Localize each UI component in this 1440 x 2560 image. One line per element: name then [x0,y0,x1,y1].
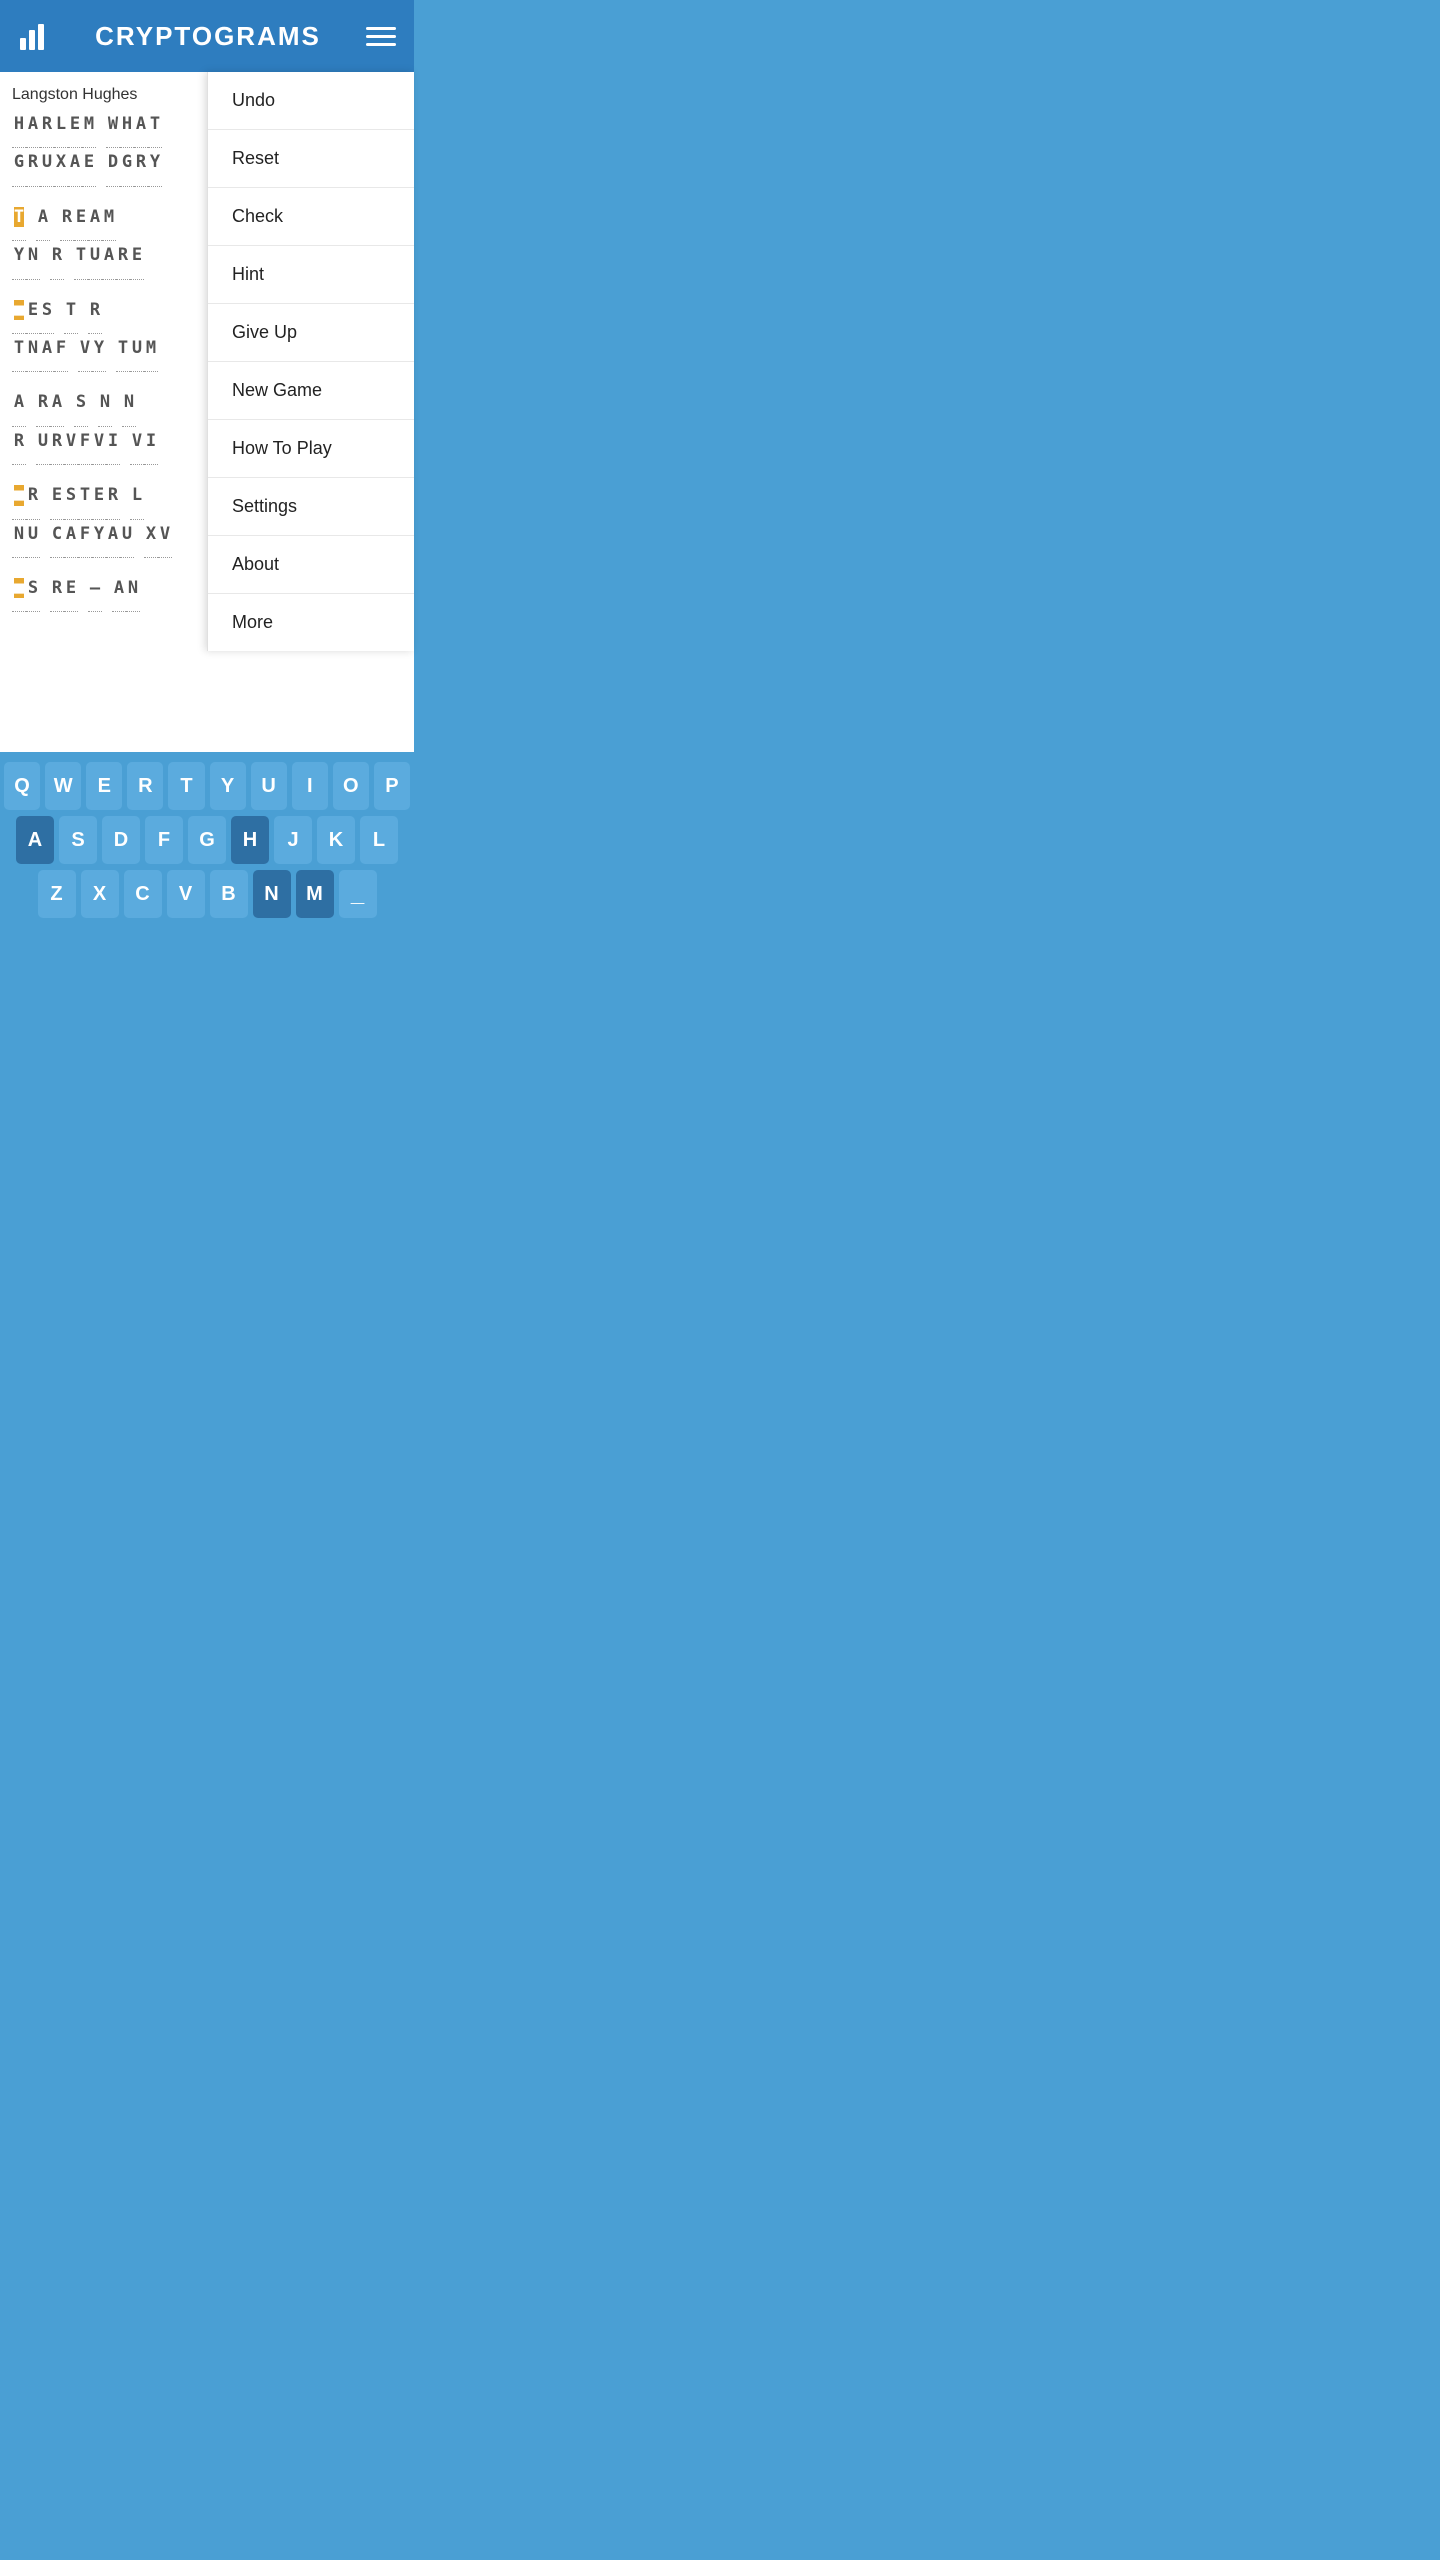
key-C[interactable]: C [124,870,162,918]
key-S[interactable]: S [59,816,97,864]
menu-item-check[interactable]: Check [208,188,414,246]
key-U[interactable]: U [251,762,287,810]
word-block: G R U X A E [12,152,96,186]
key-H[interactable]: H [231,816,269,864]
key-K[interactable]: K [317,816,355,864]
puzzle-row-5: ■R E S T E R L NU C A [12,485,207,562]
key-T[interactable]: T [168,762,204,810]
key-R[interactable]: R [127,762,163,810]
menu-item-settings[interactable]: Settings [208,478,414,536]
key-X[interactable]: X [81,870,119,918]
word-block: H A R L E M [12,114,96,148]
key-V[interactable]: V [167,870,205,918]
menu-button[interactable] [366,27,396,46]
key-A[interactable]: A [16,816,54,864]
key-Q[interactable]: Q [4,762,40,810]
keyboard-row-3: Z X C V B N M _ [4,870,410,918]
key-O[interactable]: O [333,762,369,810]
word-block: W H A T [106,114,162,148]
key-F[interactable]: F [145,816,183,864]
menu-item-reset[interactable]: Reset [208,130,414,188]
key-G[interactable]: G [188,816,226,864]
menu-item-undo[interactable]: Undo [208,72,414,130]
keyboard: Q W E R T Y U I O P A S D F G H J K L Z … [0,752,414,936]
game-area: Langston Hughes H A R L E M W [0,72,414,752]
menu-item-new-game[interactable]: New Game [208,362,414,420]
key-Y[interactable]: Y [210,762,246,810]
keyboard-row-2: A S D F G H J K L [4,816,410,864]
stats-icon[interactable] [18,20,50,52]
cipher-line: H A R L E M W H A T [12,114,207,152]
menu-item-how-to-play[interactable]: How To Play [208,420,414,478]
keyboard-row-1: Q W E R T Y U I O P [4,762,410,810]
key-E[interactable]: E [86,762,122,810]
key-W[interactable]: W [45,762,81,810]
puzzle-row-6: ■S RE — AN [12,578,207,616]
author-name: Langston Hughes [12,86,207,104]
key-I[interactable]: I [292,762,328,810]
puzzle-row-1: H A R L E M W H A T [12,114,207,191]
puzzle-row-4: A RA S N N R U R V F V I V [12,392,207,469]
key-P[interactable]: P [374,762,410,810]
key-Z[interactable]: Z [38,870,76,918]
key-N[interactable]: N [253,870,291,918]
key-D[interactable]: D [102,816,140,864]
menu-item-give-up[interactable]: Give Up [208,304,414,362]
cipher-line: G R U X A E D G R Y [12,152,207,190]
puzzle-container: Langston Hughes H A R L E M W [0,72,219,646]
key-underscore[interactable]: _ [339,870,377,918]
puzzle-row-3: ■ E S T R [12,300,207,377]
app-header: Cryptograms [0,0,414,72]
key-L[interactable]: L [360,816,398,864]
key-B[interactable]: B [210,870,248,918]
dropdown-menu: Undo Reset Check Hint Give Up New Game H… [207,72,414,651]
key-J[interactable]: J [274,816,312,864]
key-M[interactable]: M [296,870,334,918]
puzzle-row-2: T A R E A M [12,207,207,284]
menu-item-hint[interactable]: Hint [208,246,414,304]
menu-item-about[interactable]: About [208,536,414,594]
app-title: Cryptograms [95,21,321,52]
menu-item-more[interactable]: More [208,594,414,651]
word-block: D G R Y [106,152,162,186]
